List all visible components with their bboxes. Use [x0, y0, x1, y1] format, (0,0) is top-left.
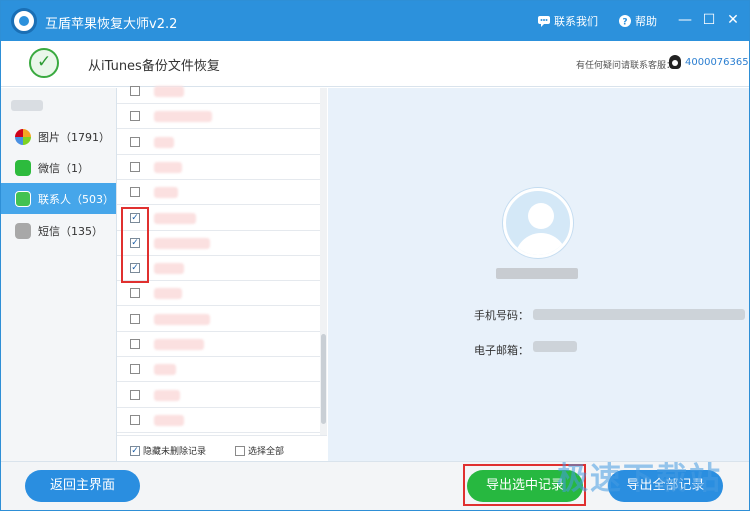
avatar [503, 188, 573, 258]
email-value-redacted [533, 341, 577, 352]
table-row[interactable] [117, 332, 320, 357]
svg-text:?: ? [622, 18, 627, 28]
row-checkbox[interactable] [130, 339, 140, 349]
contact-name-redacted [154, 237, 210, 249]
sidebar-item-sms[interactable]: 短信（135） [1, 215, 116, 246]
table-row[interactable] [117, 307, 320, 332]
return-home-button[interactable]: 返回主界面 [25, 470, 140, 502]
help-button[interactable]: ? 帮助 [619, 13, 657, 29]
row-checkbox[interactable] [130, 86, 140, 96]
contact-name-redacted [154, 111, 212, 123]
row-checkbox[interactable] [130, 187, 140, 198]
app-title: 互盾苹果恢复大师v2.2 [45, 17, 178, 32]
email-label: 电子邮箱： [474, 344, 529, 357]
contact-us-button[interactable]: 联系我们 [538, 13, 598, 29]
row-checkbox[interactable] [130, 313, 140, 324]
table-row[interactable] [117, 155, 320, 180]
title-bar: 互盾苹果恢复大师v2.2 联系我们 ? 帮助 — ☐ ✕ [1, 1, 749, 41]
contact-name-redacted [154, 187, 178, 199]
sidebar-item-photos[interactable]: 图片（1791） [1, 121, 116, 152]
contact-name-redacted [154, 86, 184, 97]
row-checkbox[interactable] [130, 389, 140, 400]
row-checkbox[interactable] [130, 136, 140, 147]
app-logo-icon [11, 8, 37, 34]
avatar-head [528, 203, 554, 229]
table-row[interactable] [117, 281, 320, 307]
select-all-label: 选择全部 [248, 447, 285, 457]
scroll-thumb[interactable] [321, 334, 326, 424]
row-checkbox[interactable] [130, 111, 140, 122]
contact-name-redacted [154, 161, 182, 173]
contact-name-redacted [154, 414, 184, 426]
checked-rows-highlight [121, 207, 149, 283]
sidebar-item-label: 联系人（503） [38, 192, 114, 206]
contact-name-redacted [154, 212, 196, 224]
hide-deleted-checkbox[interactable]: ✓ [130, 445, 140, 456]
page-header: 从iTunes备份文件恢复 有任何疑问请联系客服： 4000076365 [1, 41, 749, 87]
table-row[interactable] [117, 383, 320, 408]
watermark-text: 极速下载站 [557, 461, 722, 497]
help-label: 帮助 [635, 15, 657, 28]
sidebar-item-contacts[interactable]: 联系人（503） [1, 183, 116, 214]
contact-name-redacted [154, 364, 176, 376]
recovery-logo-icon [29, 48, 59, 78]
contact-us-label: 联系我们 [554, 15, 598, 28]
table-row[interactable] [117, 180, 320, 206]
avatar-body [515, 233, 567, 255]
app-window: 互盾苹果恢复大师v2.2 联系我们 ? 帮助 — ☐ ✕ 从iTunes备份文件… [0, 0, 750, 511]
hide-deleted-label: 隐藏未删除记录 [143, 447, 207, 457]
list-scrollbar[interactable] [320, 88, 327, 435]
page-title: 从iTunes备份文件恢复 [88, 59, 220, 74]
row-checkbox[interactable] [130, 364, 140, 375]
sidebar-item-label: 微信（1） [38, 161, 89, 175]
table-row[interactable] [117, 408, 320, 433]
table-row[interactable] [117, 130, 320, 155]
row-checkbox[interactable] [130, 288, 140, 299]
contact-name-redacted [154, 288, 182, 300]
wechat-icon [15, 159, 31, 176]
category-sidebar: 图片（1791） 微信（1） 联系人（503） 短信（135） [1, 88, 117, 461]
maximize-button[interactable]: ☐ [699, 10, 719, 30]
photos-icon [15, 128, 31, 145]
sms-icon [15, 222, 31, 239]
hide-deleted-toggle[interactable]: ✓ 隐藏未删除记录 [130, 444, 206, 457]
sidebar-item-wechat[interactable]: 微信（1） [1, 152, 116, 183]
contact-name-redacted [154, 389, 180, 401]
contact-name-redacted [154, 313, 210, 325]
phone-value-redacted [533, 309, 745, 320]
qq-number-link[interactable]: 4000076365 [685, 57, 749, 68]
help-icon: ? [619, 15, 631, 27]
chat-icon [538, 16, 550, 27]
table-row[interactable] [117, 79, 320, 104]
select-all-toggle[interactable]: 选择全部 [235, 444, 284, 457]
contact-name-redacted [496, 268, 578, 279]
device-name-redacted [11, 100, 43, 111]
contact-name-redacted [154, 136, 174, 148]
sidebar-item-label: 图片（1791） [38, 130, 110, 144]
row-checkbox[interactable] [130, 161, 140, 172]
row-checkbox[interactable] [130, 414, 140, 425]
table-row[interactable] [117, 357, 320, 383]
minimize-button[interactable]: — [675, 10, 695, 30]
support-text: 有任何疑问请联系客服： [576, 61, 676, 71]
select-all-checkbox[interactable] [235, 445, 245, 456]
list-footer: ✓ 隐藏未删除记录 选择全部 [117, 435, 327, 461]
contact-details-pane: 手机号码： 电子邮箱： [328, 88, 749, 461]
qq-icon [669, 55, 681, 69]
contact-name-redacted [154, 339, 204, 350]
contacts-icon [15, 190, 31, 207]
contact-name-redacted [154, 263, 184, 275]
table-row[interactable] [117, 104, 320, 130]
phone-label: 手机号码： [474, 309, 529, 322]
close-button[interactable]: ✕ [723, 10, 743, 30]
sidebar-item-label: 短信（135） [38, 224, 103, 238]
